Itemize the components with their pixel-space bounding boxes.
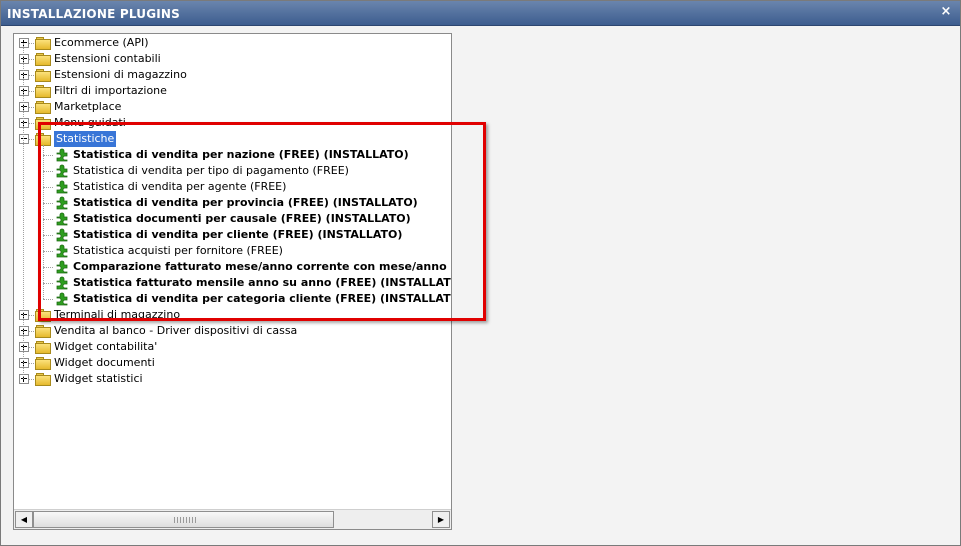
title-bar[interactable]: INSTALLAZIONE PLUGINS × — [1, 1, 960, 26]
window-title: INSTALLAZIONE PLUGINS — [7, 7, 181, 21]
tree-plugin-row[interactable]: Statistica di vendita per nazione (FREE)… — [14, 147, 451, 163]
folder-icon — [35, 324, 51, 338]
folder-icon — [35, 116, 51, 130]
tree-folder-label: Widget documenti — [54, 356, 155, 369]
plugin-label: Statistica documenti per causale (FREE) … — [73, 212, 411, 225]
plugin-label: Statistica di vendita per agente (FREE) — [73, 180, 287, 193]
tree-plugin-row[interactable]: Statistica di vendita per tipo di pagame… — [14, 163, 451, 179]
tree-folder-label: Widget contabilita' — [54, 340, 158, 353]
collapse-icon[interactable] — [19, 134, 29, 144]
scroll-thumb[interactable] — [33, 511, 334, 528]
horizontal-scrollbar[interactable]: ◀ ▶ — [14, 509, 451, 529]
plugin-label: Statistica di vendita per tipo di pagame… — [73, 164, 349, 177]
plugin-puzzle-icon — [56, 164, 68, 178]
folder-icon — [35, 100, 51, 114]
expand-icon[interactable] — [19, 326, 29, 336]
tree-folder-label: Vendita al banco - Driver dispositivi di… — [54, 324, 298, 337]
tree-plugin-row[interactable]: Comparazione fatturato mese/anno corrent… — [14, 259, 451, 275]
folder-icon — [35, 308, 51, 322]
tree-plugin-row[interactable]: Statistica di vendita per categoria clie… — [14, 291, 451, 307]
folder-icon — [35, 84, 51, 98]
plugin-label: Comparazione fatturato mese/anno corrent… — [73, 260, 451, 273]
plugin-puzzle-icon — [56, 148, 68, 162]
plugin-puzzle-icon — [56, 212, 68, 226]
plugin-install-window: INSTALLAZIONE PLUGINS × Ecommerce (API) E… — [0, 0, 961, 546]
tree-plugin-row[interactable]: Statistica documenti per causale (FREE) … — [14, 211, 451, 227]
expand-icon[interactable] — [19, 310, 29, 320]
tree-folder-row[interactable]: Ecommerce (API) — [14, 35, 451, 51]
expand-icon[interactable] — [19, 70, 29, 80]
plugin-label: Statistica acquisti per fornitore (FREE) — [73, 244, 283, 257]
plugin-tree-panel: Ecommerce (API) Estensioni contabili Esten… — [13, 33, 452, 530]
scroll-right-button[interactable]: ▶ — [432, 511, 450, 528]
tree-folder-row[interactable]: Widget statistici — [14, 371, 451, 387]
expand-icon[interactable] — [19, 38, 29, 48]
tree-folder-row[interactable]: Widget contabilita' — [14, 339, 451, 355]
tree-folder-label: Menu guidati — [54, 116, 126, 129]
folder-icon — [35, 36, 51, 50]
expand-icon[interactable] — [19, 342, 29, 352]
tree-folder-row[interactable]: Menu guidati — [14, 115, 451, 131]
tree-folder-row[interactable]: Statistiche — [14, 131, 451, 147]
tree-folder-row[interactable]: Marketplace — [14, 99, 451, 115]
folder-icon — [35, 340, 51, 354]
plugin-label: Statistica di vendita per cliente (FREE)… — [73, 228, 403, 241]
expand-icon[interactable] — [19, 54, 29, 64]
tree-folder-label: Estensioni di magazzino — [54, 68, 187, 81]
plugin-puzzle-icon — [56, 260, 68, 274]
close-icon[interactable]: × — [938, 4, 954, 20]
tree-folder-row[interactable]: Filtri di importazione — [14, 83, 451, 99]
plugin-tree[interactable]: Ecommerce (API) Estensioni contabili Esten… — [14, 34, 451, 509]
scroll-left-button[interactable]: ◀ — [15, 511, 33, 528]
expand-icon[interactable] — [19, 86, 29, 96]
tree-folder-row[interactable]: Vendita al banco - Driver dispositivi di… — [14, 323, 451, 339]
folder-icon — [35, 356, 51, 370]
plugin-label: Statistica fatturato mensile anno su ann… — [73, 276, 451, 289]
folder-icon — [35, 52, 51, 66]
plugin-label: Statistica di vendita per categoria clie… — [73, 292, 451, 305]
tree-folder-label: Marketplace — [54, 100, 122, 113]
folder-icon — [35, 132, 51, 146]
plugin-puzzle-icon — [56, 276, 68, 290]
expand-icon[interactable] — [19, 358, 29, 368]
tree-folder-label: Filtri di importazione — [54, 84, 167, 97]
tree-folder-row[interactable]: Widget documenti — [14, 355, 451, 371]
tree-folder-row[interactable]: Estensioni di magazzino — [14, 67, 451, 83]
tree-folder-row[interactable]: Estensioni contabili — [14, 51, 451, 67]
tree-plugin-row[interactable]: Statistica di vendita per cliente (FREE)… — [14, 227, 451, 243]
tree-folder-label: Estensioni contabili — [54, 52, 161, 65]
expand-icon[interactable] — [19, 374, 29, 384]
tree-folder-label: Statistiche — [54, 131, 117, 147]
plugin-puzzle-icon — [56, 196, 68, 210]
tree-folder-label: Widget statistici — [54, 372, 143, 385]
tree-folder-label: Terminali di magazzino — [54, 308, 181, 321]
plugin-label: Statistica di vendita per provincia (FRE… — [73, 196, 418, 209]
expand-icon[interactable] — [19, 118, 29, 128]
scroll-grip-icon — [174, 517, 196, 523]
tree-plugin-row[interactable]: Statistica acquisti per fornitore (FREE) — [14, 243, 451, 259]
folder-icon — [35, 68, 51, 82]
tree-plugin-row[interactable]: Statistica fatturato mensile anno su ann… — [14, 275, 451, 291]
folder-icon — [35, 372, 51, 386]
plugin-puzzle-icon — [56, 180, 68, 194]
expand-icon[interactable] — [19, 102, 29, 112]
plugin-label: Statistica di vendita per nazione (FREE)… — [73, 148, 409, 161]
tree-plugin-row[interactable]: Statistica di vendita per agente (FREE) — [14, 179, 451, 195]
tree-plugin-row[interactable]: Statistica di vendita per provincia (FRE… — [14, 195, 451, 211]
plugin-puzzle-icon — [56, 244, 68, 258]
plugin-puzzle-icon — [56, 292, 68, 306]
tree-folder-label: Ecommerce (API) — [54, 36, 149, 49]
plugin-puzzle-icon — [56, 228, 68, 242]
tree-folder-row[interactable]: Terminali di magazzino — [14, 307, 451, 323]
